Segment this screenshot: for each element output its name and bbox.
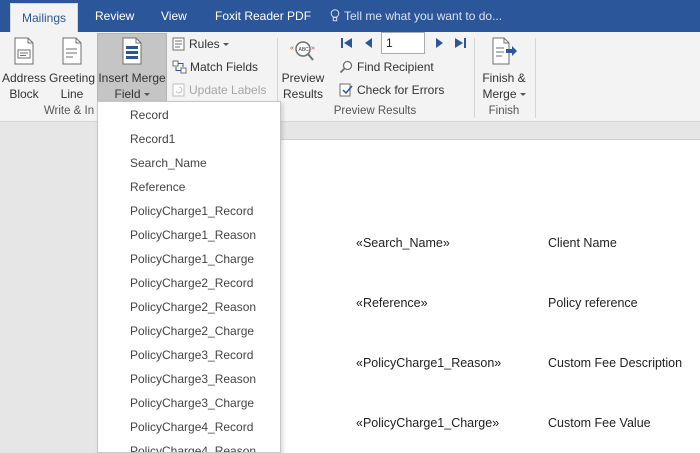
finish-merge-label-1: Finish & xyxy=(482,71,526,85)
merge-field-option-policycharge3-reason[interactable]: PolicyCharge3_Reason xyxy=(98,367,280,391)
finish-merge-icon xyxy=(490,36,518,70)
insert-merge-field-icon xyxy=(120,36,144,70)
svg-text:ABC: ABC xyxy=(299,47,310,53)
label-custom-fee-value: Custom Fee Value xyxy=(548,416,651,430)
merge-field-option-policycharge1-record[interactable]: PolicyCharge1_Record xyxy=(98,199,280,223)
svg-text:»: » xyxy=(311,45,315,52)
write-insert-group-label: Write & In xyxy=(43,105,95,117)
check-for-errors-label: Check for Errors xyxy=(357,83,445,97)
rules-label: Rules xyxy=(189,37,220,51)
preview-results-label-1: Preview xyxy=(281,71,325,85)
merge-field-policycharge1-reason[interactable]: «PolicyCharge1_Reason» xyxy=(356,356,501,370)
ribbon-tab-bar: Mailings Review View Foxit Reader PDF Te… xyxy=(0,0,700,32)
preview-results-group-label: Preview Results xyxy=(333,105,417,117)
next-record-icon[interactable] xyxy=(432,36,446,50)
rules-caret-icon xyxy=(222,43,229,46)
address-block-label-2: Block xyxy=(9,87,39,101)
preview-results-label-2: Results xyxy=(282,87,323,101)
tell-me-box[interactable]: Tell me what you want to do... xyxy=(330,0,502,32)
tab-view[interactable]: View xyxy=(150,0,198,32)
previous-record-icon[interactable] xyxy=(362,36,376,50)
merge-field-reference[interactable]: «Reference» xyxy=(356,296,428,310)
merge-field-option-policycharge3-record[interactable]: PolicyCharge3_Record xyxy=(98,343,280,367)
ribbon-group-separator xyxy=(535,38,536,118)
greeting-line-icon xyxy=(61,36,83,70)
merge-field-option-policycharge2-reason[interactable]: PolicyCharge2_Reason xyxy=(98,295,280,319)
insert-merge-field-label-2: Field xyxy=(114,87,141,101)
match-fields-icon xyxy=(172,60,190,74)
match-fields-label: Match Fields xyxy=(190,60,259,74)
tab-mailings[interactable]: Mailings xyxy=(10,3,79,32)
check-for-errors-button[interactable]: Check for Errors xyxy=(339,80,444,100)
first-record-icon[interactable] xyxy=(340,36,354,50)
tab-foxit-reader-pdf[interactable]: Foxit Reader PDF xyxy=(204,0,322,32)
find-recipient-button[interactable]: Find Recipient xyxy=(339,57,434,77)
label-custom-fee-description: Custom Fee Description xyxy=(548,356,683,370)
label-client-name: Client Name xyxy=(548,236,617,250)
update-labels-icon xyxy=(172,83,189,97)
dropdown-caret-icon xyxy=(143,93,150,96)
merge-field-option-record[interactable]: Record xyxy=(98,103,280,127)
greeting-line-button[interactable]: Greeting Line xyxy=(48,34,96,104)
tell-me-text: Tell me what you want to do... xyxy=(344,9,503,23)
merge-field-dropdown: Record Record1 Search_Name Reference Pol… xyxy=(97,101,281,453)
record-number-input[interactable]: 1 xyxy=(381,32,425,54)
greeting-line-label-2: Line xyxy=(60,87,84,101)
merge-field-option-policycharge2-charge[interactable]: PolicyCharge2_Charge xyxy=(98,319,280,343)
preview-results-button[interactable]: « » ABC Preview Results xyxy=(280,34,326,104)
rules-icon xyxy=(172,37,189,51)
insert-merge-field-button[interactable]: Insert Merge Field xyxy=(97,33,167,103)
update-labels-label: Update Labels xyxy=(189,83,267,97)
merge-field-option-policycharge1-charge[interactable]: PolicyCharge1_Charge xyxy=(98,247,280,271)
finish-merge-caret-icon xyxy=(519,93,526,96)
merge-field-option-policycharge3-charge[interactable]: PolicyCharge3_Charge xyxy=(98,391,280,415)
match-fields-button[interactable]: Match Fields xyxy=(172,57,258,77)
rules-button[interactable]: Rules xyxy=(172,34,229,54)
address-block-label-1: Address xyxy=(2,71,47,85)
preview-results-icon: « » ABC xyxy=(288,38,318,70)
svg-text:«: « xyxy=(290,45,294,52)
address-block-icon xyxy=(13,36,35,70)
merge-field-option-record1[interactable]: Record1 xyxy=(98,127,280,151)
merge-field-policycharge1-charge[interactable]: «PolicyCharge1_Charge» xyxy=(356,416,499,430)
merge-field-option-search-name[interactable]: Search_Name xyxy=(98,151,280,175)
ribbon-group-separator xyxy=(474,38,475,118)
merge-field-option-policycharge1-reason[interactable]: PolicyCharge1_Reason xyxy=(98,223,280,247)
insert-merge-field-label-1: Insert Merge xyxy=(98,71,166,85)
find-recipient-label: Find Recipient xyxy=(357,60,434,74)
lightbulb-icon xyxy=(330,9,344,23)
merge-field-search-name[interactable]: «Search_Name» xyxy=(356,236,450,250)
merge-field-option-policycharge4-reason[interactable]: PolicyCharge4_Reason xyxy=(98,439,280,452)
tab-review[interactable]: Review xyxy=(84,0,145,32)
greeting-line-label-1: Greeting xyxy=(48,71,96,85)
address-block-button[interactable]: Address Block xyxy=(2,34,46,104)
check-for-errors-icon xyxy=(339,83,357,97)
label-policy-reference: Policy reference xyxy=(548,296,638,310)
finish-merge-button[interactable]: Finish & Merge xyxy=(480,34,528,104)
last-record-icon[interactable] xyxy=(453,36,467,50)
finish-group-label: Finish xyxy=(488,105,520,117)
merge-field-option-policycharge4-record[interactable]: PolicyCharge4_Record xyxy=(98,415,280,439)
finish-merge-label-2: Merge xyxy=(482,87,517,101)
update-labels-button[interactable]: Update Labels xyxy=(172,80,266,100)
find-recipient-icon xyxy=(339,60,357,74)
merge-field-option-reference[interactable]: Reference xyxy=(98,175,280,199)
merge-field-option-policycharge2-record[interactable]: PolicyCharge2_Record xyxy=(98,271,280,295)
